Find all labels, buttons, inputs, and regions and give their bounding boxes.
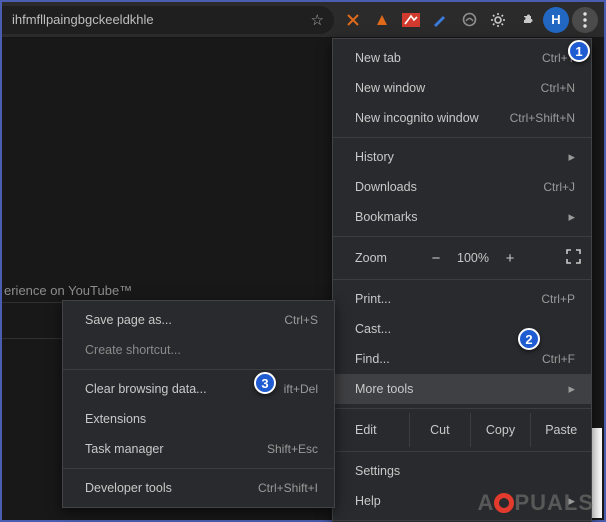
menu-edit-row: Edit Cut Copy Paste: [333, 413, 591, 447]
watermark-left: A: [478, 490, 495, 515]
menu-item-label: History: [355, 150, 562, 164]
shortcut-text: Ctrl+S: [284, 313, 318, 327]
kebab-menu-icon[interactable]: [572, 7, 598, 33]
menu-downloads[interactable]: DownloadsCtrl+J: [333, 172, 591, 202]
browser-toolbar: ihfmfllpaingbgckeeldkhle ☆: [2, 2, 604, 38]
extension-icons: H: [334, 7, 604, 33]
menu-item-label: New tab: [355, 51, 542, 65]
menu-item-label: Cast...: [355, 322, 575, 336]
menu-more-tools[interactable]: More tools ▸: [333, 374, 591, 404]
submenu-extensions[interactable]: Extensions: [63, 404, 334, 434]
menu-separator: [333, 279, 591, 280]
submenu-create-shortcut[interactable]: Create shortcut...: [63, 335, 334, 365]
edit-cut-button[interactable]: Cut: [409, 413, 470, 447]
menu-item-label: Find...: [355, 352, 542, 366]
menu-item-label: Bookmarks: [355, 210, 562, 224]
menu-zoom-row: Zoom − 100% +: [333, 241, 591, 275]
zoom-label: Zoom: [355, 251, 425, 265]
avatar-initial: H: [551, 12, 560, 27]
menu-item-label: Print...: [355, 292, 541, 306]
shortcut-text: Ctrl+P: [541, 292, 575, 306]
watermark-right: PUALS: [514, 490, 594, 515]
page-teaser-text: erience on YouTube™: [4, 283, 132, 298]
bookmark-star-icon[interactable]: ☆: [311, 11, 324, 29]
menu-item-label: Create shortcut...: [85, 343, 318, 357]
menu-item-label: Task manager: [85, 442, 267, 456]
menu-separator: [333, 451, 591, 452]
shortcut-text: ift+Del: [284, 382, 318, 396]
shortcut-text: Ctrl+J: [543, 180, 575, 194]
more-tools-submenu: Save page as...Ctrl+S Create shortcut...…: [62, 300, 335, 508]
menu-history[interactable]: History ▸: [333, 142, 591, 172]
menu-separator: [333, 236, 591, 237]
profile-avatar[interactable]: H: [543, 7, 569, 33]
submenu-arrow-icon: ▸: [568, 209, 575, 225]
menu-settings[interactable]: Settings: [333, 456, 591, 486]
settings-gear-icon[interactable]: [485, 7, 511, 33]
shortcut-text: Ctrl+Shift+I: [258, 481, 318, 495]
extension-icon-3[interactable]: [398, 7, 424, 33]
menu-item-label: Downloads: [355, 180, 543, 194]
menu-item-label: Extensions: [85, 412, 318, 426]
zoom-in-button[interactable]: +: [499, 250, 521, 267]
shortcut-text: Shift+Esc: [267, 442, 318, 456]
menu-separator: [333, 520, 591, 521]
edit-copy-button[interactable]: Copy: [470, 413, 531, 447]
submenu-task-manager[interactable]: Task managerShift+Esc: [63, 434, 334, 464]
menu-item-label: Developer tools: [85, 481, 258, 495]
address-bar[interactable]: ihfmfllpaingbgckeeldkhle ☆: [2, 6, 334, 34]
shortcut-text: Ctrl+T: [542, 51, 575, 65]
menu-new-tab[interactable]: New tabCtrl+T: [333, 43, 591, 73]
watermark: A PUALS: [478, 490, 594, 516]
shortcut-text: Ctrl+F: [542, 352, 575, 366]
menu-separator: [333, 137, 591, 138]
menu-item-label: New window: [355, 81, 541, 95]
menu-item-label: More tools: [355, 382, 562, 396]
zoom-out-button[interactable]: −: [425, 250, 447, 267]
menu-separator: [333, 408, 591, 409]
extensions-puzzle-icon[interactable]: [514, 7, 540, 33]
menu-find[interactable]: Find...Ctrl+F: [333, 344, 591, 374]
submenu-developer-tools[interactable]: Developer toolsCtrl+Shift+I: [63, 473, 334, 503]
menu-item-label: Settings: [355, 464, 575, 478]
submenu-save-page[interactable]: Save page as...Ctrl+S: [63, 305, 334, 335]
menu-bookmarks[interactable]: Bookmarks ▸: [333, 202, 591, 232]
menu-print[interactable]: Print...Ctrl+P: [333, 284, 591, 314]
extension-icon-2[interactable]: [369, 7, 395, 33]
watermark-ring-icon: [494, 493, 514, 513]
menu-incognito[interactable]: New incognito windowCtrl+Shift+N: [333, 103, 591, 133]
menu-item-label: Save page as...: [85, 313, 284, 327]
extension-icon-4[interactable]: [427, 7, 453, 33]
menu-separator: [63, 468, 334, 469]
edit-label: Edit: [355, 423, 409, 437]
url-text: ihfmfllpaingbgckeeldkhle: [12, 12, 154, 27]
submenu-clear-browsing-data[interactable]: Clear browsing data...ift+Del: [63, 374, 334, 404]
menu-separator: [63, 369, 334, 370]
zoom-value: 100%: [447, 251, 499, 265]
extension-icon-5[interactable]: [456, 7, 482, 33]
shortcut-text: Ctrl+Shift+N: [510, 111, 575, 125]
fullscreen-icon[interactable]: [566, 249, 581, 267]
menu-item-label: Clear browsing data...: [85, 382, 284, 396]
shortcut-text: Ctrl+N: [541, 81, 575, 95]
submenu-arrow-icon: ▸: [568, 149, 575, 165]
extension-icon-1[interactable]: [340, 7, 366, 33]
submenu-arrow-icon: ▸: [568, 381, 575, 397]
menu-new-window[interactable]: New windowCtrl+N: [333, 73, 591, 103]
menu-item-label: New incognito window: [355, 111, 510, 125]
chrome-main-menu: New tabCtrl+T New windowCtrl+N New incog…: [332, 38, 592, 522]
menu-cast[interactable]: Cast...: [333, 314, 591, 344]
edit-paste-button[interactable]: Paste: [530, 413, 591, 447]
